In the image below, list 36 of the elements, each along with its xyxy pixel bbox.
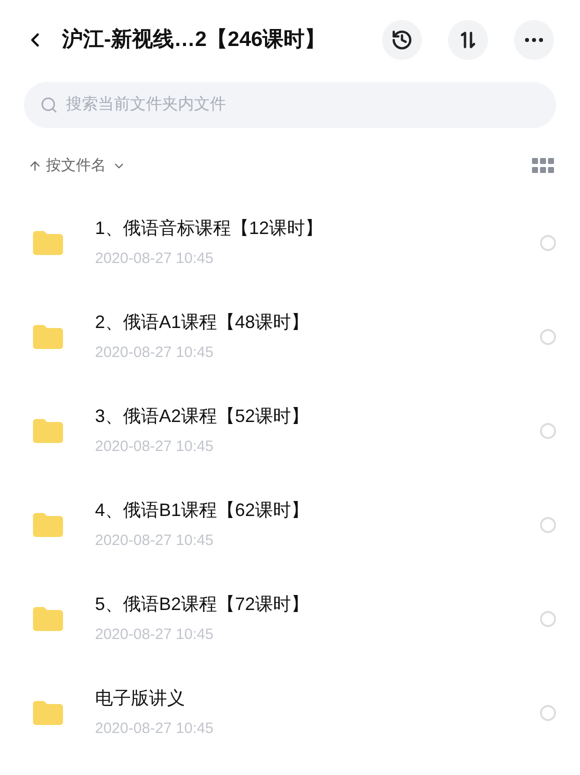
grid-view-icon[interactable] [532, 158, 554, 174]
select-radio[interactable] [540, 423, 556, 439]
folder-icon [33, 419, 63, 443]
select-radio[interactable] [540, 611, 556, 627]
search-field[interactable]: 搜索当前文件夹内文件 [24, 82, 556, 128]
history-button[interactable] [382, 20, 422, 60]
modified-date: 2020-08-27 10:45 [95, 343, 214, 364]
folder-icon [33, 231, 63, 255]
modified-date: 2020-08-27 10:45 [95, 249, 214, 270]
arrow-up-icon [28, 159, 42, 173]
more-button[interactable] [514, 20, 554, 60]
select-radio[interactable] [540, 329, 556, 345]
sort-order-button[interactable] [448, 20, 488, 60]
up-down-arrows-icon [458, 31, 478, 49]
folder-icon [33, 513, 63, 537]
modified-date: 2020-08-27 10:45 [95, 437, 214, 458]
sort-dropdown[interactable]: 按文件名 [46, 154, 126, 178]
folder-icon [33, 701, 63, 725]
folder-name[interactable]: 3、俄语A2课程【52课时】 [95, 403, 310, 430]
folder-name[interactable]: 电子版讲义 [95, 685, 214, 712]
modified-date: 2020-08-27 10:45 [95, 531, 214, 552]
folder-name[interactable]: 5、俄语B2课程【72课时】 [95, 591, 310, 618]
modified-date: 2020-08-27 10:45 [95, 625, 214, 646]
history-icon [391, 29, 413, 51]
more-icon [525, 38, 543, 42]
select-radio[interactable] [540, 235, 556, 251]
folder-name[interactable]: 2、俄语A1课程【48课时】 [95, 309, 310, 336]
folder-name[interactable]: 1、俄语音标课程【12课时】 [95, 215, 324, 242]
folder-icon [33, 607, 63, 631]
select-radio[interactable] [540, 517, 556, 533]
folder-icon [33, 325, 63, 349]
search-icon [40, 96, 58, 114]
folder-name[interactable]: 4、俄语B1课程【62课时】 [95, 497, 310, 524]
select-radio[interactable] [540, 705, 556, 721]
modified-date: 2020-08-27 10:45 [95, 719, 214, 740]
folder-title: 沪江-新视线…2【246课时】 [62, 26, 326, 54]
